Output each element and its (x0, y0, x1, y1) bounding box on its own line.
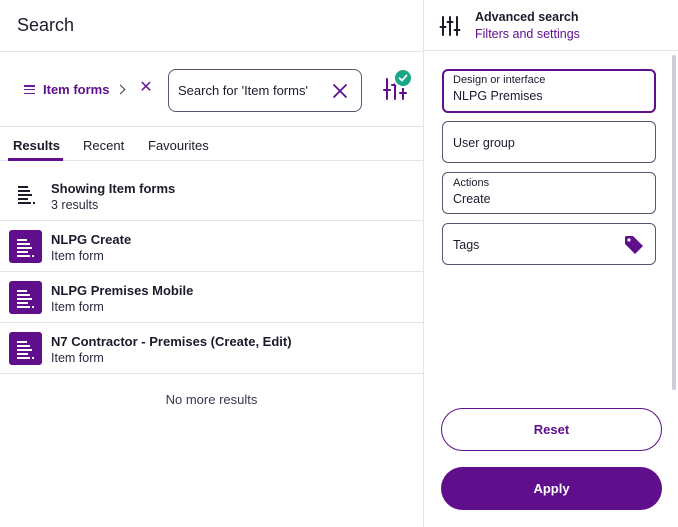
apply-button[interactable]: Apply (441, 467, 662, 510)
filter-chip-label: Item forms (43, 82, 110, 97)
tags-label: Tags (453, 238, 480, 252)
summary-count: 3 results (51, 198, 99, 212)
form-icon (9, 332, 42, 365)
actions-value: Create (453, 192, 491, 206)
design-interface-value: NLPG Premises (453, 89, 543, 103)
design-interface-label: Design or interface (453, 74, 546, 86)
design-interface-field[interactable]: Design or interface NLPG Premises (442, 69, 656, 113)
check-badge-icon (393, 68, 413, 88)
reset-button[interactable]: Reset (441, 408, 662, 451)
close-icon[interactable]: ✕ (139, 80, 153, 96)
search-panel: Search Item forms ✕ Search for 'Item for… (0, 0, 423, 527)
list-item[interactable]: N7 Contractor - Premises (Create, Edit) … (0, 323, 423, 374)
result-title: NLPG Create (51, 232, 132, 247)
advanced-search-subtitle: Filters and settings (475, 27, 580, 41)
advanced-search-title: Advanced search (475, 10, 579, 24)
filter-sliders-icon (439, 16, 461, 36)
scrollbar[interactable] (672, 55, 676, 390)
menu-icon (24, 85, 35, 94)
active-tab-indicator (8, 158, 63, 161)
result-title: N7 Contractor - Premises (Create, Edit) (51, 334, 292, 349)
list-item[interactable]: NLPG Create Item form (0, 221, 423, 272)
form-icon (9, 230, 42, 263)
form-icon (9, 281, 42, 314)
search-field[interactable] (168, 69, 362, 112)
filter-chip[interactable]: Item forms (24, 82, 126, 97)
result-title: NLPG Premises Mobile (51, 283, 194, 298)
actions-label: Actions (453, 177, 490, 189)
tab-results[interactable]: Results (13, 138, 60, 153)
chevron-right-icon (116, 84, 126, 95)
user-group-field[interactable]: User group (442, 121, 656, 163)
clear-icon[interactable] (331, 82, 349, 100)
results-summary: Showing Item forms 3 results (0, 170, 423, 221)
advanced-search-header: Advanced search Filters and settings (424, 0, 678, 51)
search-header: Search (0, 0, 423, 52)
tag-icon (625, 236, 643, 254)
user-group-label: User group (453, 136, 515, 150)
tags-field[interactable]: Tags (442, 223, 656, 265)
filter-bar: Item forms ✕ (0, 52, 423, 127)
result-type: Item form (51, 249, 104, 263)
advanced-search-panel: Advanced search Filters and settings Des… (423, 0, 678, 527)
search-input[interactable] (178, 83, 326, 98)
summary-title: Showing Item forms (51, 181, 176, 196)
tab-recent[interactable]: Recent (83, 138, 124, 153)
result-type: Item form (51, 351, 104, 365)
page-title: Search (17, 15, 75, 35)
end-of-results: No more results (165, 392, 258, 407)
results-tabs: Results Recent Favourites (0, 128, 423, 161)
tab-favourites[interactable]: Favourites (148, 138, 209, 153)
actions-field[interactable]: Actions Create (442, 172, 656, 214)
list-item[interactable]: NLPG Premises Mobile Item form (0, 272, 423, 323)
list-icon (18, 186, 35, 204)
result-type: Item form (51, 300, 104, 314)
